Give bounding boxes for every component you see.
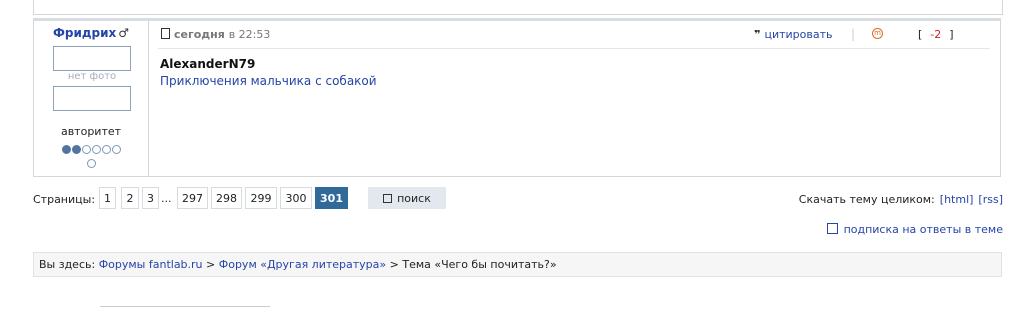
page-link[interactable]: 297 — [177, 187, 208, 209]
breadcrumb-forum[interactable]: Форум «Другая литература» — [219, 258, 386, 271]
male-icon: ♂ — [118, 26, 130, 40]
separator: | — [851, 27, 856, 41]
rating-dot — [82, 145, 91, 154]
rating-dot — [102, 145, 111, 154]
rating-dots-fragment: • • • • • • • — [244, 0, 330, 5]
download-topic: Скачать тему целиком: [html] [rss] — [799, 193, 1003, 206]
author-rating — [60, 145, 124, 168]
subscribe-label[interactable]: подписка на ответы в теме — [844, 223, 1003, 236]
page-link[interactable]: 298 — [211, 187, 242, 209]
post-date: сегодня в 22:53 — [174, 28, 270, 41]
avatar: нет фото — [53, 46, 131, 112]
rating-dot — [87, 159, 96, 168]
pages-ellipsis: ... — [161, 192, 172, 205]
subscribe-option[interactable]: подписка на ответы в теме — [826, 223, 1003, 236]
subscribe-checkbox[interactable] — [826, 223, 838, 234]
page-link[interactable]: 2 — [121, 187, 139, 209]
forum-post: Фридрих ♂ нет фото авторитет сегодня в 22… — [33, 18, 1001, 177]
post-date-time: в 22:53 — [228, 28, 271, 41]
rating-dot — [112, 145, 121, 154]
page-link[interactable]: 299 — [245, 187, 277, 209]
moderator-icon[interactable]: m — [872, 28, 883, 39]
reply-to-user[interactable]: AlexanderN79 — [160, 57, 255, 71]
post-date-day: сегодня — [174, 28, 225, 41]
breadcrumb: Вы здесь: Форумы fantlab.ru > Форум «Дру… — [33, 252, 1002, 277]
post-score: [ -2] — [918, 28, 954, 41]
search-icon — [383, 194, 393, 203]
rating-dot — [62, 145, 71, 154]
rating-dot — [72, 145, 81, 154]
breadcrumb-separator: > — [389, 258, 399, 271]
breadcrumb-prefix: Вы здесь: — [39, 258, 96, 271]
next-section-edge — [100, 306, 270, 312]
pages-label: Страницы: — [33, 193, 96, 206]
breadcrumb-topic: Тема «Чего бы почитать?» — [402, 258, 557, 271]
score-bracket-open: [ — [918, 28, 923, 41]
page-link[interactable]: 1 — [99, 187, 116, 209]
post-meta: сегодня в 22:53 ❞ цитировать | m [ -2] — [158, 26, 990, 49]
score-bracket-close: ] — [949, 28, 954, 41]
author-panel: Фридрих ♂ нет фото авторитет — [34, 21, 149, 176]
breadcrumb-forums[interactable]: Форумы fantlab.ru — [99, 258, 203, 271]
author-name-row: Фридрих ♂ — [34, 26, 148, 40]
avatar-frame-bottom — [53, 86, 131, 111]
score-value: -2 — [930, 28, 942, 41]
author-name-link[interactable]: Фридрих — [53, 26, 116, 40]
quote-icon: ❞ — [754, 28, 761, 41]
rating-dot — [92, 145, 101, 154]
page-current[interactable]: 301 — [315, 187, 348, 209]
quote-label: цитировать — [764, 28, 833, 41]
page-link[interactable]: 300 — [280, 187, 312, 209]
post-body: сегодня в 22:53 ❞ цитировать | m [ -2] Ale… — [158, 21, 1000, 176]
breadcrumb-separator: > — [206, 258, 216, 271]
avatar-frame-top — [53, 46, 131, 71]
previous-post-edge: • • • • • • • — [33, 0, 1003, 15]
download-label: Скачать тему целиком: — [798, 193, 935, 206]
post-text-link[interactable]: Приключения мальчика с собакой — [160, 74, 377, 88]
download-html-link[interactable]: [html] — [940, 193, 974, 206]
no-photo-label: нет фото — [67, 71, 117, 82]
download-rss-link[interactable]: [rss] — [978, 193, 1003, 206]
search-label: поиск — [397, 192, 431, 205]
document-icon[interactable] — [161, 28, 170, 39]
search-button[interactable]: поиск — [368, 187, 446, 209]
page-link[interactable]: 3 — [142, 187, 159, 209]
author-rank: авторитет — [60, 125, 122, 138]
quote-button[interactable]: ❞ цитировать — [754, 28, 833, 41]
